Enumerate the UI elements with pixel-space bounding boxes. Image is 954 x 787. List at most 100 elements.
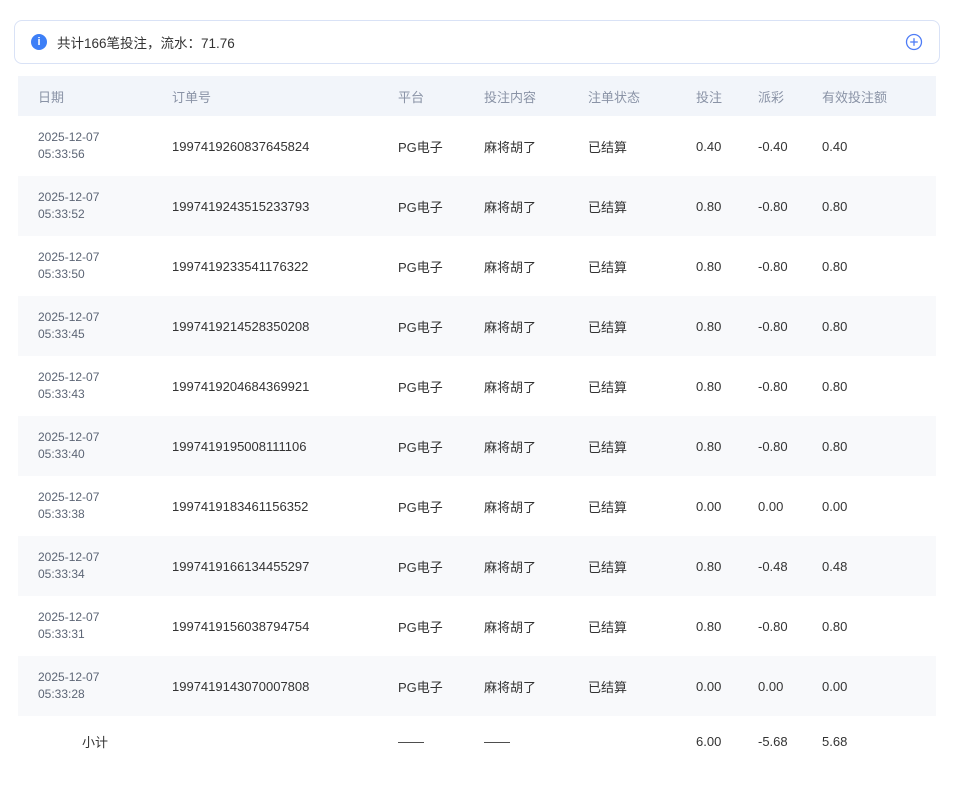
col-header-content: 投注内容 [484,76,588,116]
cell-date: 2025-12-0705:33:38 [18,476,172,536]
table-row: 2025-12-0705:33:451997419214528350208PG电… [18,296,936,356]
cell-date: 2025-12-0705:33:43 [18,356,172,416]
subtotal-row: 小计 —— —— 6.00 -5.68 5.68 [18,716,936,766]
cell-payout: -0.80 [758,416,822,476]
cell-content: 麻将胡了 [484,176,588,236]
cell-platform: PG电子 [398,596,484,656]
cell-date: 2025-12-0705:33:45 [18,296,172,356]
cell-status: 已结算 [588,356,696,416]
cell-platform: PG电子 [398,356,484,416]
cell-valid: 0.80 [822,356,936,416]
cell-platform: PG电子 [398,656,484,716]
table-body: 2025-12-0705:33:561997419260837645824PG电… [18,116,936,716]
cell-status: 已结算 [588,116,696,176]
subtotal-order [172,716,398,766]
cell-content: 麻将胡了 [484,656,588,716]
cell-payout: 0.00 [758,656,822,716]
subtotal-content: —— [484,716,588,766]
cell-status: 已结算 [588,176,696,236]
col-header-platform: 平台 [398,76,484,116]
bet-records-table: 日期 订单号 平台 投注内容 注单状态 投注 派彩 有效投注额 2025-12-… [18,76,936,766]
cell-order: 1997419260837645824 [172,116,398,176]
cell-valid: 0.40 [822,116,936,176]
cell-payout: -0.48 [758,536,822,596]
cell-content: 麻将胡了 [484,596,588,656]
cell-order: 1997419214528350208 [172,296,398,356]
cell-payout: -0.80 [758,236,822,296]
cell-content: 麻将胡了 [484,356,588,416]
cell-valid: 0.80 [822,416,936,476]
cell-status: 已结算 [588,476,696,536]
table-row: 2025-12-0705:33:401997419195008111106PG电… [18,416,936,476]
table-row: 2025-12-0705:33:281997419143070007808PG电… [18,656,936,716]
cell-status: 已结算 [588,236,696,296]
cell-content: 麻将胡了 [484,476,588,536]
cell-order: 1997419183461156352 [172,476,398,536]
cell-bet: 0.00 [696,656,758,716]
cell-date: 2025-12-0705:33:50 [18,236,172,296]
cell-order: 1997419243515233793 [172,176,398,236]
cell-bet: 0.80 [696,176,758,236]
cell-platform: PG电子 [398,476,484,536]
cell-order: 1997419166134455297 [172,536,398,596]
cell-order: 1997419233541176322 [172,236,398,296]
cell-date: 2025-12-0705:33:40 [18,416,172,476]
cell-bet: 0.80 [696,236,758,296]
cell-content: 麻将胡了 [484,116,588,176]
cell-date: 2025-12-0705:33:56 [18,116,172,176]
cell-platform: PG电子 [398,176,484,236]
cell-platform: PG电子 [398,116,484,176]
cell-valid: 0.00 [822,476,936,536]
cell-order: 1997419143070007808 [172,656,398,716]
cell-payout: -0.80 [758,176,822,236]
cell-date: 2025-12-0705:33:52 [18,176,172,236]
cell-payout: -0.40 [758,116,822,176]
table-row: 2025-12-0705:33:561997419260837645824PG电… [18,116,936,176]
table-row: 2025-12-0705:33:501997419233541176322PG电… [18,236,936,296]
cell-bet: 0.80 [696,296,758,356]
cell-payout: -0.80 [758,356,822,416]
cell-bet: 0.80 [696,356,758,416]
cell-valid: 0.80 [822,176,936,236]
cell-content: 麻将胡了 [484,296,588,356]
cell-payout: -0.80 [758,296,822,356]
cell-platform: PG电子 [398,536,484,596]
cell-platform: PG电子 [398,296,484,356]
cell-content: 麻将胡了 [484,236,588,296]
table-row: 2025-12-0705:33:521997419243515233793PG电… [18,176,936,236]
cell-bet: 0.00 [696,476,758,536]
cell-status: 已结算 [588,296,696,356]
cell-order: 1997419156038794754 [172,596,398,656]
subtotal-status [588,716,696,766]
cell-status: 已结算 [588,416,696,476]
info-icon: i [31,34,47,50]
cell-bet: 0.40 [696,116,758,176]
circle-plus-icon[interactable] [905,33,923,51]
subtotal-valid: 5.68 [822,716,936,766]
table-row: 2025-12-0705:33:381997419183461156352PG电… [18,476,936,536]
cell-bet: 0.80 [696,536,758,596]
col-header-valid: 有效投注额 [822,76,936,116]
col-header-payout: 派彩 [758,76,822,116]
cell-payout: 0.00 [758,476,822,536]
cell-order: 1997419204684369921 [172,356,398,416]
col-header-bet: 投注 [696,76,758,116]
cell-date: 2025-12-0705:33:28 [18,656,172,716]
cell-content: 麻将胡了 [484,536,588,596]
cell-valid: 0.48 [822,536,936,596]
subtotal-payout: -5.68 [758,716,822,766]
cell-valid: 0.80 [822,296,936,356]
subtotal-label: 小计 [18,716,172,766]
summary-text: 共计166笔投注，流水：71.76 [57,32,905,52]
cell-valid: 0.80 [822,596,936,656]
cell-bet: 0.80 [696,596,758,656]
cell-payout: -0.80 [758,596,822,656]
table-header-row: 日期 订单号 平台 投注内容 注单状态 投注 派彩 有效投注额 [18,76,936,116]
cell-status: 已结算 [588,656,696,716]
cell-status: 已结算 [588,596,696,656]
cell-valid: 0.80 [822,236,936,296]
summary-bar: i 共计166笔投注，流水：71.76 [14,20,940,64]
col-header-order: 订单号 [172,76,398,116]
cell-content: 麻将胡了 [484,416,588,476]
col-header-date: 日期 [18,76,172,116]
